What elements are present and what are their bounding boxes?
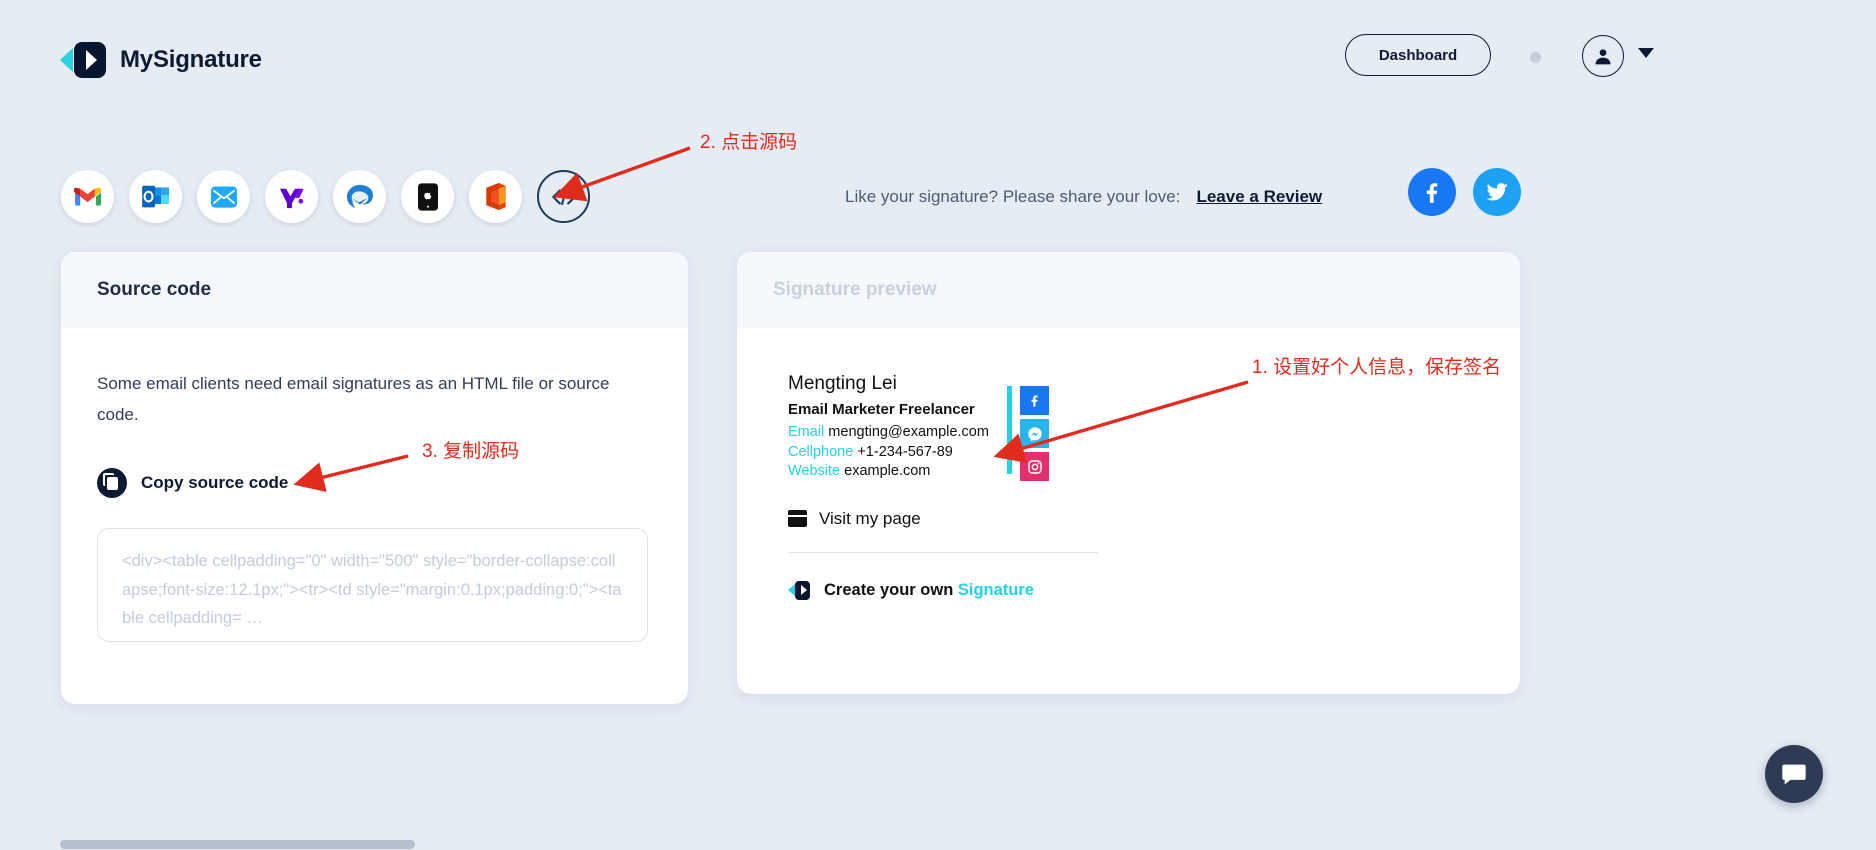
annotation-2: 2. 点击源码 [700, 132, 798, 153]
signature-messenger-button[interactable] [1020, 419, 1049, 448]
share-text: Like your signature? Please share your l… [845, 187, 1181, 206]
chevron-down-icon[interactable] [1638, 48, 1654, 58]
app-page: MySignature Dashboard Like your signatur… [0, 0, 1876, 850]
signature-social-icons [1020, 386, 1049, 481]
mysignature-logo-icon [788, 580, 810, 600]
app-header: MySignature Dashboard [0, 0, 1876, 112]
signature-facebook-button[interactable] [1020, 386, 1049, 415]
visit-my-page-label: Visit my page [819, 508, 921, 528]
create-your-own-prefix: Create your own [824, 580, 954, 599]
twitter-icon [1486, 183, 1508, 201]
instagram-icon [1027, 459, 1042, 474]
avatar[interactable] [1582, 35, 1624, 77]
status-dot [1530, 52, 1541, 63]
dashboard-button[interactable]: Dashboard [1345, 34, 1491, 76]
create-your-own-highlight: Signature [957, 580, 1034, 599]
horizontal-scrollbar[interactable] [0, 838, 1876, 850]
chat-bubble-icon [1782, 764, 1806, 785]
copy-source-code-button[interactable]: Copy source code [97, 468, 652, 498]
source-code-description: Some email clients need email signatures… [97, 374, 610, 424]
signature-field-email-value: mengting@example.com [828, 424, 989, 440]
share-row: Like your signature? Please share your l… [845, 180, 1322, 214]
visit-my-page-link[interactable]: Visit my page [788, 509, 1118, 529]
signature-field-email: Email mengting@example.com [788, 423, 1003, 443]
create-your-own-row[interactable]: Create your own Signature [788, 580, 1118, 600]
copy-source-code-label: Copy source code [141, 473, 289, 492]
share-facebook-button[interactable] [1408, 168, 1456, 216]
brand-name: MySignature [120, 46, 262, 73]
client-icon-row [61, 170, 590, 223]
signature-accent-bar [1007, 386, 1012, 474]
signature-field-email-label: Email [788, 424, 825, 440]
signature-block: Mengting Lei Email Marketer Freelancer E… [788, 370, 1118, 600]
source-code-card-title: Source code [61, 252, 688, 328]
facebook-icon [1031, 395, 1038, 407]
client-icon-outlook[interactable] [129, 170, 182, 223]
client-icon-office-365[interactable] [469, 170, 522, 223]
signature-preview-title: Signature preview [737, 252, 1520, 328]
source-code-textarea[interactable]: <div><table cellpadding="0" width="500" … [97, 528, 648, 642]
client-icon-thunderbird[interactable] [333, 170, 386, 223]
signature-field-website: Website example.com [788, 462, 1003, 482]
user-avatar-icon [1595, 49, 1611, 65]
signature-instagram-button[interactable] [1020, 452, 1049, 481]
leave-a-review-link[interactable]: Leave a Review [1196, 187, 1322, 207]
brand[interactable]: MySignature [60, 42, 262, 78]
client-icon-iphone-mail[interactable] [401, 170, 454, 223]
client-icon-source-code[interactable] [537, 170, 590, 223]
messenger-icon [1027, 426, 1042, 441]
browser-window-icon [788, 510, 807, 528]
annotation-3: 3. 复制源码 [422, 441, 520, 462]
mysignature-logo-icon [60, 42, 106, 78]
signature-field-website-value: example.com [844, 463, 931, 480]
chat-bubble-button[interactable] [1765, 745, 1823, 803]
signature-field-website-label: Website [788, 463, 841, 480]
signature-job-title: Email Marketer Freelancer [788, 401, 975, 418]
scrollbar-thumb[interactable] [60, 840, 415, 849]
signature-field-cellphone-value: +1-234-567-89 [857, 443, 953, 460]
annotation-1: 1. 设置好个人信息，保存签名 [1252, 357, 1502, 378]
signature-divider [788, 551, 1098, 553]
signature-field-cellphone-label: Cellphone [788, 443, 854, 460]
source-code-card: Source code Some email clients need emai… [61, 252, 688, 704]
client-icon-yahoo-mail[interactable] [265, 170, 318, 223]
signature-field-cellphone: Cellphone +1-234-567-89 [788, 443, 1003, 463]
copy-icon [97, 468, 127, 498]
client-icon-apple-mail[interactable] [197, 170, 250, 223]
social-share-buttons [1408, 168, 1521, 216]
facebook-icon [1426, 183, 1438, 203]
client-icon-gmail[interactable] [61, 170, 114, 223]
share-twitter-button[interactable] [1473, 168, 1521, 216]
signature-name: Mengting Lei [788, 373, 897, 394]
